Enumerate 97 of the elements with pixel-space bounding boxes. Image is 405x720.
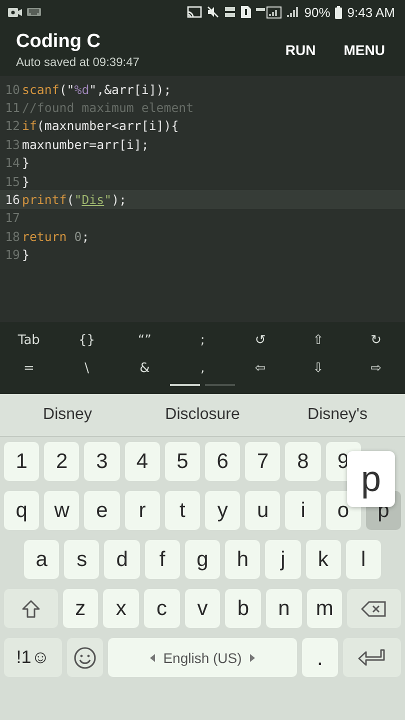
keyboard-icon — [27, 8, 41, 16]
smiley-icon — [73, 646, 98, 670]
video-icon — [8, 8, 22, 16]
keyboard-key[interactable]: 5 — [164, 442, 200, 481]
line-number: 19 — [4, 247, 21, 262]
symbols-key[interactable]: !1☺ — [4, 638, 62, 677]
backspace-key[interactable] — [347, 589, 402, 628]
code-line: } — [22, 155, 30, 170]
battery-level: 90% — [304, 4, 330, 20]
code-line: if(maxnumber<arr[i]){ — [22, 118, 179, 134]
symbol-key[interactable]: ⇨ — [347, 354, 405, 382]
line-number: 12 — [4, 118, 21, 134]
keyboard-key[interactable]: r — [124, 491, 160, 530]
suggestion[interactable]: Disney — [0, 405, 135, 425]
keyboard-key[interactable]: 8 — [285, 442, 321, 481]
keyboard-key[interactable]: s — [64, 540, 100, 579]
volte-icon — [224, 6, 236, 18]
symbol-key[interactable]: “” — [116, 326, 174, 354]
symbol-key[interactable]: ↺ — [231, 326, 290, 354]
keyboard-key[interactable]: x — [103, 589, 139, 628]
mute-icon — [207, 6, 220, 18]
keyboard-key[interactable]: q — [4, 491, 40, 530]
keyboard-key[interactable]: j — [265, 540, 301, 579]
sim-icon — [241, 6, 252, 18]
line-number: 10 — [4, 82, 21, 97]
keyboard-key[interactable]: 6 — [205, 442, 240, 481]
code-line: } — [22, 247, 30, 262]
keyboard-key[interactable]: 3 — [84, 442, 120, 481]
keyboard-key[interactable]: e — [84, 491, 120, 530]
period-key[interactable]: . — [302, 638, 338, 677]
keyboard-key[interactable]: t — [164, 491, 200, 530]
keyboard-key[interactable]: c — [144, 589, 180, 628]
backspace-icon — [361, 600, 388, 616]
keyboard-key[interactable]: a — [24, 540, 60, 579]
line-number: 18 — [4, 228, 21, 244]
symbol-key[interactable]: = — [0, 354, 58, 382]
keyboard-key[interactable]: 1 — [4, 442, 40, 481]
code-line: //found maximum element — [22, 100, 194, 116]
keyboard-key[interactable]: w — [44, 491, 80, 530]
action-button[interactable]: RUN — [277, 34, 324, 66]
symbol-key[interactable]: ; — [174, 326, 232, 354]
symbol-key[interactable]: ⇩ — [289, 354, 348, 382]
key-preview-tooltip: p — [347, 451, 395, 507]
enter-key[interactable] — [343, 638, 401, 677]
symbol-key[interactable]: {} — [58, 326, 116, 354]
cast-icon — [187, 6, 202, 18]
arrow-left-icon — [150, 654, 156, 662]
code-line: maxnumber=arr[i]; — [22, 136, 149, 152]
keyboard-key[interactable]: v — [184, 589, 220, 628]
line-number: 17 — [4, 210, 21, 226]
keyboard-key[interactable]: i — [285, 491, 321, 530]
symbol-key[interactable]: Tab — [0, 326, 58, 354]
keyboard-key[interactable]: 7 — [245, 442, 280, 481]
code-line: printf("Dis"); — [22, 192, 126, 208]
line-number: 16 — [4, 192, 21, 208]
suggestion[interactable]: Disclosure — [135, 405, 270, 425]
symbol-key[interactable]: \ — [58, 354, 116, 382]
code-line: } — [22, 174, 30, 189]
keyboard-key[interactable]: b — [225, 589, 262, 628]
keyboard-key[interactable]: u — [245, 491, 280, 530]
line-number: 15 — [4, 174, 21, 189]
action-button[interactable]: MENU — [336, 34, 393, 66]
autosave-status: Auto saved at 09:39:47 — [16, 55, 140, 69]
clock: 9:43 AM — [347, 4, 395, 20]
symbol-key[interactable]: & — [116, 354, 174, 382]
app-title: Coding C — [16, 31, 102, 53]
symbol-key[interactable]: , — [174, 354, 232, 382]
battery-icon — [335, 6, 342, 18]
signal-icon — [256, 6, 282, 18]
line-number: 11 — [4, 100, 21, 116]
keyboard-key[interactable]: z — [62, 589, 98, 628]
shift-icon — [20, 598, 41, 618]
space-key[interactable]: English (US) — [108, 638, 297, 677]
symbol-key[interactable]: ↻ — [347, 326, 405, 354]
code-line: scanf("%d",&arr[i]); — [22, 82, 172, 97]
line-number: 14 — [4, 155, 21, 170]
shift-key[interactable] — [4, 589, 58, 628]
keyboard-key[interactable]: 4 — [124, 442, 160, 481]
enter-icon — [358, 648, 386, 668]
keyboard-key[interactable]: n — [266, 589, 302, 628]
line-number: 13 — [4, 136, 21, 152]
keyboard-key[interactable]: k — [306, 540, 341, 579]
keyboard-key[interactable]: l — [346, 540, 381, 579]
keyboard-key[interactable]: h — [225, 540, 260, 579]
symbol-key[interactable]: ⇦ — [231, 354, 290, 382]
keyboard-key[interactable]: 2 — [44, 442, 80, 481]
keyboard-key[interactable]: f — [144, 540, 180, 579]
arrow-right-icon — [250, 654, 255, 662]
emoji-key[interactable] — [67, 638, 104, 677]
keyboard-key[interactable]: m — [306, 589, 342, 628]
keyboard-key[interactable]: d — [104, 540, 140, 579]
signal-icon — [287, 6, 300, 18]
keyboard-key[interactable]: y — [205, 491, 240, 530]
symbol-key[interactable]: ⇧ — [289, 326, 348, 354]
keyboard-key[interactable]: g — [184, 540, 220, 579]
code-line: return 0; — [22, 228, 90, 244]
suggestion[interactable]: Disney's — [270, 405, 405, 425]
